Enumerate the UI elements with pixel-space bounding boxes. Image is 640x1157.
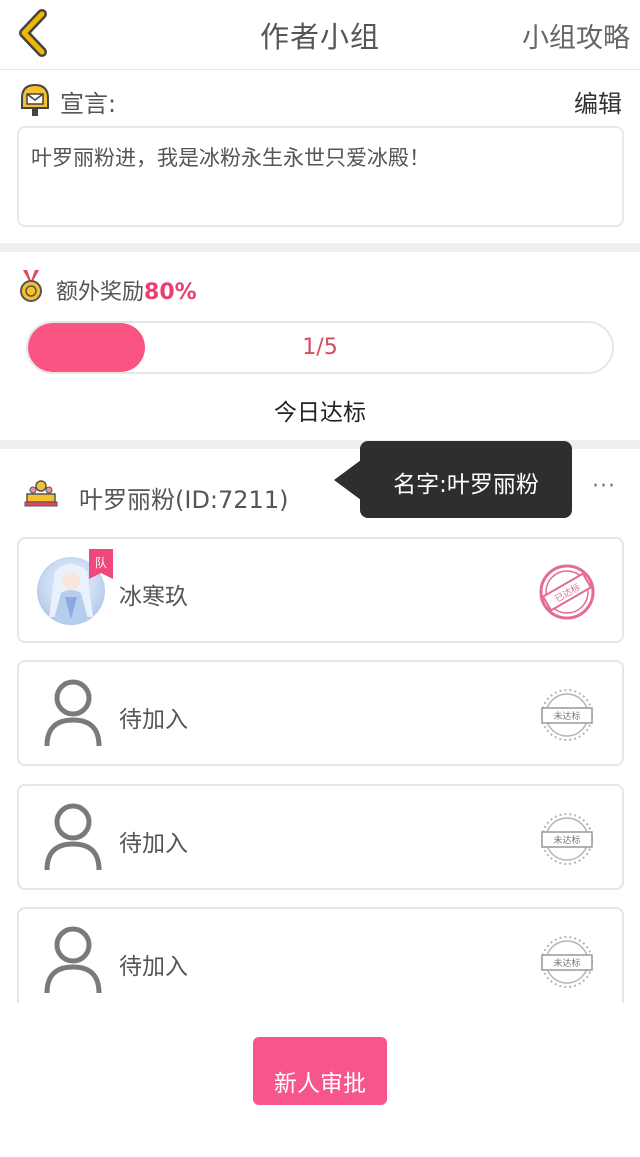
declaration-text[interactable]: 叶罗丽粉进，我是冰粉永生永世只爱冰殿！ [17,126,624,227]
mailbox-icon [21,83,49,116]
member-name: 待加入 [119,954,188,980]
member-status: 未达标 [553,957,580,969]
person-icon [44,803,102,871]
not-reached-stamp-icon: 未达标 [541,813,593,865]
not-reached-stamp-icon: 未达标 [541,689,593,741]
member-status: 未达标 [553,710,580,722]
group-name: 叶罗丽粉(ID:7211) [79,486,289,514]
medal-icon [20,270,42,302]
name-tooltip: 名字:叶罗丽粉 [334,441,572,518]
progress-text: 1/5 [302,335,338,360]
bonus-value: 80% [144,280,197,305]
team-icon [24,480,58,507]
member-card[interactable]: 待加入 未达标 [17,907,624,1003]
tooltip-text: 名字:叶罗丽粉 [360,441,572,518]
top-bar: 作者小组 小组攻略 [0,0,640,70]
member-status: 未达标 [553,834,580,846]
member-name: 待加入 [119,831,188,857]
member-name: 待加入 [119,707,188,733]
person-icon [44,679,102,747]
new-member-approval-button[interactable]: 新人审批 [253,1037,387,1105]
declaration-label: 宣言: [60,90,117,118]
progress-bar: 1/5 [26,321,614,374]
more-options-button[interactable]: ··· [592,474,616,499]
section-divider [0,243,640,252]
progress-caption: 今日达标 [274,400,366,426]
not-reached-stamp-icon: 未达标 [541,936,593,988]
member-name: 冰寒玖 [119,584,188,610]
member-card[interactable]: 待加入 未达标 [17,660,624,766]
bonus-label: 额外奖励80% [56,280,197,305]
group-guide-link[interactable]: 小组攻略 [522,16,630,55]
tooltip-arrow [334,460,361,500]
member-card[interactable]: 待加入 未达标 [17,784,624,890]
person-icon [44,926,102,994]
bonus-row: 额外奖励80% [18,268,418,308]
edit-button[interactable]: 编辑 [574,84,622,119]
declaration-header: 宣言: 编辑 [18,80,624,120]
reached-stamp-icon: 已达标 [539,564,595,620]
member-card[interactable]: 队 冰寒玖 已达标 [17,537,624,643]
